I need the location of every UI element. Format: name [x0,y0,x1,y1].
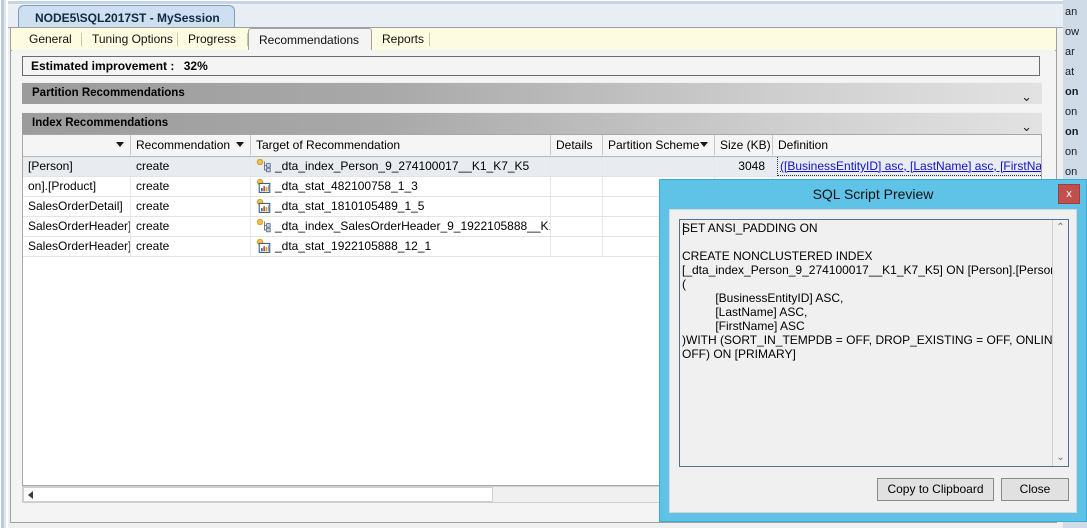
close-button[interactable]: Close [1001,478,1069,501]
grid-header-row: Recommendation Target of Recommendation De… [23,135,1041,157]
estimated-improvement-value: 32% [183,59,208,73]
column-header-label: Size (KB) [720,138,771,152]
tab-strip: General Tuning Options Progress Recommendat… [11,28,1056,51]
scroll-left-button[interactable] [23,487,39,502]
sql-script-text: SET ANSI_PADDING ON CREATE NONCLUSTERED … [682,221,1068,361]
cell-target: _dta_stat_1810105489_1_5 [251,197,551,216]
column-header-label: Partition Scheme [608,138,700,152]
close-icon[interactable]: x [1058,184,1080,204]
cell-target-label: _dta_index_SalesOrderHeader_9_1922105888… [275,219,550,233]
tab-progress[interactable]: Progress [178,29,248,50]
table-row[interactable]: [Person] create _dta_index_Person_9_274100… [23,157,1041,177]
cell-database: on].[Product] [23,177,131,196]
cell-database: SalesOrderDetail] [23,197,131,216]
statistics-icon [256,199,271,213]
dialog-body: SET ANSI_PADDING ON CREATE NONCLUSTERED … [669,209,1077,513]
document-tab-strip: NODE5\SQL2017ST - MySession [8,5,1063,28]
cell-target-label: _dta_stat_1810105489_1_5 [275,199,425,213]
column-header-details[interactable]: Details [551,135,603,155]
definition-link[interactable]: ([BusinessEntityID] asc, [LastName] asc,… [780,159,1041,173]
sql-script-textarea[interactable]: SET ANSI_PADDING ON CREATE NONCLUSTERED … [679,219,1069,467]
window-left-edge [0,0,8,528]
background-text-line: on [1065,86,1079,98]
cell-recommendation: create [131,157,251,176]
definition-focus-rect: ([BusinessEntityID] asc, [LastName] asc,… [776,157,1041,176]
cell-target: _dta_stat_1922105888_12_1 [251,237,551,256]
cell-database: SalesOrderHeader] [23,237,131,256]
partition-recommendations-group[interactable]: Partition Recommendations ⌄ [22,82,1042,104]
sql-vertical-scrollbar[interactable]: ⌃ ⌄ [1052,220,1068,466]
background-text-line: ow [1065,26,1080,38]
column-header-partition-scheme[interactable]: Partition Scheme [603,135,715,155]
filter-dropdown-icon[interactable] [700,142,708,147]
tab-label: Recommendations [259,33,360,47]
copy-to-clipboard-button[interactable]: Copy to Clipboard [877,478,994,501]
tab-label: General [29,32,72,46]
background-text-line: at [1065,66,1075,78]
sql-script-preview-dialog: SQL Script Preview x SET ANSI_PADDING ON… [659,179,1087,522]
statistics-icon [256,179,271,193]
cell-database: SalesOrderHeader] [23,217,131,236]
tab-recommendations[interactable]: Recommendations [248,28,372,51]
dialog-title: SQL Script Preview [812,186,934,202]
index-recommendations-group[interactable]: Index Recommendations ⌄ [22,112,1042,134]
column-header-size-kb[interactable]: Size (KB) [715,135,773,155]
filter-dropdown-icon[interactable] [236,142,244,147]
cell-database: [Person] [23,157,131,176]
background-text-line: ar [1065,46,1075,58]
tab-label: Progress [188,32,237,46]
index-icon [256,219,271,233]
cell-recommendation: create [131,237,251,256]
column-header-definition[interactable]: Definition [773,135,1041,155]
chevron-down-icon[interactable]: ⌄ [1021,86,1032,107]
cell-details [551,197,603,216]
tab-label: Tuning Options [92,32,173,46]
cell-details [551,157,603,176]
cell-partition-scheme [603,157,715,176]
cell-size-kb: 3048 [715,157,773,176]
index-recommendations-label: Index Recommendations [32,117,169,129]
tab-separator [429,33,430,46]
tab-tuning-options[interactable]: Tuning Options [82,29,178,50]
cell-definition: ([BusinessEntityID] asc, [LastName] asc,… [773,157,1041,176]
estimated-improvement-label: Estimated improvement : [31,59,175,73]
column-header-recommendation[interactable]: Recommendation [131,135,251,155]
cell-target: _dta_index_Person_9_274100017__K1_K7_K5 [251,157,551,176]
scroll-up-icon[interactable]: ⌃ [1053,220,1068,236]
cell-recommendation: create [131,217,251,236]
column-header-target-of-recommendation[interactable]: Target of Recommendation [251,135,551,155]
tab-reports[interactable]: Reports [372,29,430,50]
cell-target-label: _dta_stat_482100758_1_3 [275,179,418,193]
column-header-label: Target of Recommendation [256,138,401,152]
tab-label: Reports [382,32,425,46]
cell-details [551,217,603,236]
cell-target-label: _dta_stat_1922105888_12_1 [275,239,432,253]
background-text-line: on [1065,166,1078,178]
column-header-label: Definition [778,138,829,152]
cell-details [551,177,603,196]
cell-details [551,237,603,256]
estimated-improvement: Estimated improvement : 32% [22,56,1040,76]
cell-recommendation: create [131,177,251,196]
scrollbar-thumb[interactable] [23,487,493,502]
cell-target: _dta_stat_482100758_1_3 [251,177,551,196]
index-icon [256,159,271,173]
background-text-line: an [1065,6,1078,18]
filter-dropdown-icon[interactable] [116,142,124,147]
cell-target-label: _dta_index_Person_9_274100017__K1_K7_K5 [275,159,530,173]
column-header-label: Recommendation [136,138,231,152]
background-text-line: on [1065,126,1079,138]
cell-target: _dta_index_SalesOrderHeader_9_1922105888… [251,217,551,236]
background-text-line: on [1065,106,1078,118]
background-text-line: on [1065,146,1078,158]
column-header-label: Details [556,138,593,152]
scroll-down-icon[interactable]: ⌄ [1053,450,1068,466]
statistics-icon [256,239,271,253]
tab-general[interactable]: General [19,29,82,50]
document-tab[interactable]: NODE5\SQL2017ST - MySession [18,5,235,27]
partition-recommendations-label: Partition Recommendations [32,87,185,99]
app-screenshot: anowaratonononononnnnpgvvs NODE5\SQL2017… [0,0,1087,528]
column-header-database[interactable] [23,135,131,155]
cell-recommendation: create [131,197,251,216]
